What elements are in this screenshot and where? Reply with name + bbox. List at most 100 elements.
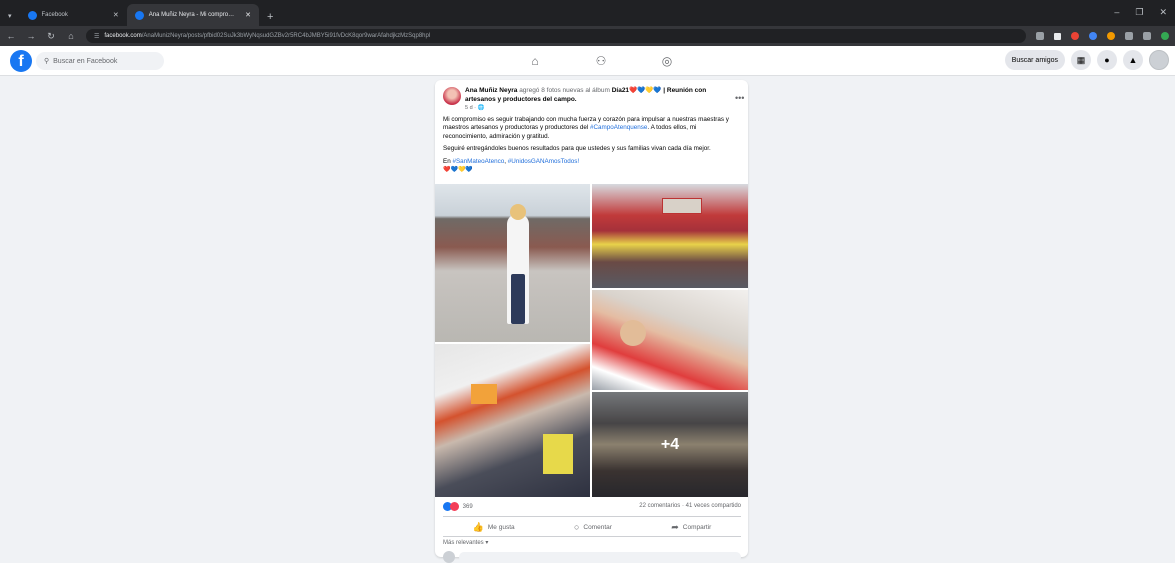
close-tab-icon[interactable]: ✕	[245, 11, 251, 19]
home-icon[interactable]: ⌂	[527, 53, 543, 69]
comment-bubble-icon: ○	[573, 522, 580, 532]
url-path: /AnaMunizNeyra/posts/pfbid02SuJk3bWyNqsu…	[141, 33, 431, 39]
tab-title: Facebook	[41, 12, 68, 18]
back-icon[interactable]: ←	[6, 31, 16, 41]
cast-icon[interactable]	[1036, 32, 1044, 40]
url-domain: facebook.com	[104, 33, 142, 39]
post-photo-2[interactable]	[592, 184, 748, 288]
messenger-icon[interactable]: ●	[1097, 50, 1117, 70]
comment-composer	[443, 551, 741, 563]
share-button[interactable]: ➦ Compartir	[671, 522, 711, 533]
minimize-icon[interactable]: –	[1114, 7, 1119, 18]
commenter-avatar	[443, 551, 455, 563]
friends-icon[interactable]: ⚇	[593, 53, 609, 69]
tab-search-icon[interactable]: ▾	[0, 12, 20, 26]
divider	[443, 516, 741, 517]
home-icon[interactable]: ⌂	[66, 31, 76, 41]
url-field[interactable]: ☰ facebook.com/AnaMunizNeyra/posts/pfbid…	[86, 29, 1026, 43]
search-icon: ⚲	[44, 58, 50, 65]
comment-input[interactable]	[459, 552, 741, 562]
thumbs-up-icon: 👍	[472, 521, 484, 532]
hashtag-link[interactable]: #SanMateoAtenco	[452, 158, 504, 165]
facebook-search-input[interactable]: ⚲ Buscar en Facebook	[36, 52, 164, 70]
face-graphic	[620, 320, 646, 346]
facebook-header: f ⚲ Buscar en Facebook ⌂ ⚇ ◎ Buscar amig…	[0, 46, 1175, 76]
extension-blue-icon[interactable]	[1089, 32, 1097, 40]
site-info-icon[interactable]: ☰	[94, 33, 99, 40]
facebook-favicon-icon	[27, 10, 37, 20]
post-photo-4[interactable]	[592, 290, 748, 390]
comment-sort-dropdown[interactable]: Más relevantes ▾	[443, 539, 488, 546]
banner-graphic	[662, 198, 702, 214]
close-window-icon[interactable]: ✕	[1159, 7, 1167, 18]
extensions-area	[1036, 32, 1169, 40]
share-arrow-icon: ➦	[671, 521, 679, 532]
post-photo-3[interactable]	[435, 344, 590, 497]
speaker-jeans	[511, 274, 525, 324]
forward-icon[interactable]: →	[26, 31, 36, 41]
window-controls: – ❐ ✕	[1114, 7, 1167, 18]
sign-graphic	[543, 434, 573, 474]
reaction-summary: 369 22 comentarios · 41 veces compartido	[443, 502, 741, 514]
hashtag-link[interactable]: #CampoAtenquense	[590, 124, 647, 131]
facebook-main-nav: ⌂ ⚇ ◎	[527, 53, 675, 69]
browser-tab[interactable]: Facebook ✕	[20, 4, 127, 26]
like-button[interactable]: 👍 Me gusta	[473, 522, 515, 533]
downloads-icon[interactable]	[1143, 32, 1151, 40]
post-time-text: 5 d ·	[465, 105, 478, 111]
post-actions: 👍 Me gusta ○ Comentar ➦ Compartir	[443, 520, 741, 534]
post-paragraph: Seguiré entregándoles buenos resultados …	[443, 145, 711, 153]
hashtag-part: mosTodos!	[548, 157, 580, 165]
speaker-head	[510, 204, 526, 220]
comment-button[interactable]: ○ Comentar	[574, 522, 612, 532]
reaction-count[interactable]: 369	[463, 504, 473, 510]
groups-icon[interactable]: ◎	[659, 53, 675, 69]
post-time[interactable]: 5 d · 🌐	[465, 105, 484, 111]
post-photo-1[interactable]	[435, 184, 590, 342]
divider	[443, 536, 741, 537]
author-avatar[interactable]	[443, 87, 461, 105]
post-paragraph: Mi compromiso es seguir trabajando con m…	[443, 116, 741, 141]
find-friends-button[interactable]: Buscar amigos	[1004, 50, 1065, 70]
address-bar: ← → ↻ ⌂ ☰ facebook.com/AnaMunizNeyra/pos…	[0, 26, 1175, 46]
new-tab-button[interactable]: +	[259, 11, 281, 26]
comments-shares-count[interactable]: 22 comentarios · 41 veces compartido	[639, 503, 741, 509]
album-hearts: ❤️💙💛💙	[629, 87, 662, 94]
hearts-line: ❤️💙💛💙	[443, 167, 473, 174]
more-options-icon[interactable]: •••	[735, 93, 744, 103]
more-photos-count[interactable]: +4	[592, 392, 748, 497]
hashtag-part: #UnidosGANA	[507, 157, 549, 165]
hashtag-link[interactable]: #UnidosGANAmosTodos!	[508, 158, 579, 165]
share-label: Compartir	[682, 523, 712, 531]
browser-tab-active[interactable]: Ana Muñiz Neyra - Mi compro… ✕	[126, 4, 259, 26]
comment-label: Comentar	[583, 523, 612, 531]
profile-icon[interactable]	[1161, 32, 1169, 40]
facebook-favicon-icon	[134, 10, 144, 20]
reload-icon[interactable]: ↻	[46, 31, 56, 42]
bookmark-star-icon[interactable]	[1054, 32, 1061, 40]
search-placeholder: Buscar en Facebook	[53, 57, 118, 65]
extensions-puzzle-icon[interactable]	[1125, 32, 1133, 40]
like-label: Me gusta	[487, 523, 515, 531]
extension-orange-icon[interactable]	[1107, 32, 1115, 40]
extension-red-icon[interactable]	[1071, 32, 1079, 40]
album-prefix: Día21	[611, 87, 630, 94]
profile-avatar[interactable]	[1149, 50, 1169, 70]
love-reaction-icon[interactable]	[450, 502, 459, 511]
author-name[interactable]: Ana Muñiz Neyra	[465, 87, 517, 94]
facebook-logo-icon[interactable]: f	[10, 50, 32, 72]
post-title: Ana Muñiz Neyra agregó 8 fotos nuevas al…	[465, 87, 725, 104]
browser-tab-bar: ▾ Facebook ✕ Ana Muñiz Neyra - Mi compro…	[0, 0, 1175, 26]
facebook-header-right: Buscar amigos ▦ ● ▲	[1004, 50, 1169, 70]
maximize-icon[interactable]: ❐	[1135, 7, 1143, 18]
menu-grid-icon[interactable]: ▦	[1071, 50, 1091, 70]
post-paragraph: En #SanMateoAtenco, #UnidosGANAmosTodos!	[443, 158, 741, 166]
post-photo-5[interactable]: +4	[592, 392, 748, 497]
added-photos-text: agregó 8 fotos nuevas al álbum	[519, 87, 610, 94]
globe-icon: 🌐	[477, 105, 485, 111]
close-tab-icon[interactable]: ✕	[113, 11, 119, 19]
notifications-bell-icon[interactable]: ▲	[1123, 50, 1143, 70]
sign-graphic	[471, 384, 497, 404]
post-body: Mi compromiso es seguir trabajando con m…	[443, 116, 741, 174]
tab-title: Ana Muñiz Neyra - Mi compro…	[148, 12, 235, 18]
